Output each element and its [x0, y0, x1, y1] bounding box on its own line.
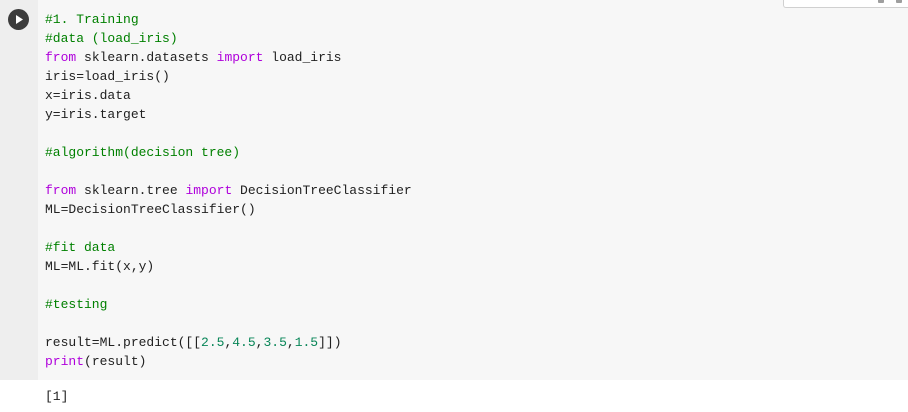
more-icon[interactable] [896, 0, 902, 3]
code-token-text: sklearn.datasets [76, 50, 217, 65]
code-line: iris=load_iris() [45, 67, 412, 86]
code-token-text: x=iris.data [45, 88, 131, 103]
code-token-text: result=ML.predict([[ [45, 335, 202, 350]
code-line: from sklearn.tree import DecisionTreeCla… [45, 181, 412, 200]
code-token-keyword: import [185, 183, 233, 198]
code-token-number: 1.5 [294, 335, 319, 350]
code-token-comment: #fit data [45, 240, 116, 255]
cell-toolbar[interactable] [783, 0, 908, 8]
code-line: x=iris.data [45, 86, 412, 105]
code-line: y=iris.target [45, 105, 412, 124]
code-token-number: 3.5 [263, 335, 287, 350]
code-token-comment: #testing [45, 297, 108, 312]
code-token-comment: #data (load_iris) [45, 31, 178, 46]
code-token-text: ]]) [318, 335, 342, 350]
code-lines[interactable]: #1. Training #data (load_iris)from sklear… [45, 10, 412, 371]
cell-output: [1] [45, 389, 69, 404]
code-line: result=ML.predict([[2.5,4.5,3.5,1.5]]) [45, 333, 412, 352]
code-line: #algorithm(decision tree) [45, 143, 412, 162]
code-token-number: 4.5 [232, 335, 256, 350]
code-line: #fit data [45, 238, 412, 257]
code-token-text: load_iris [263, 50, 342, 65]
code-line: from sklearn.datasets import load_iris [45, 48, 412, 67]
code-cell[interactable]: #1. Training #data (load_iris)from sklear… [0, 0, 908, 380]
code-token-text: iris=load_iris() [45, 69, 170, 84]
play-icon [16, 15, 23, 24]
code-token-keyword: print [45, 354, 85, 369]
code-line: #1. Training [45, 10, 412, 29]
code-line: ML=DecisionTreeClassifier() [45, 200, 412, 219]
code-token-text: sklearn.tree [76, 183, 186, 198]
code-token-comment: #1. Training [45, 12, 139, 27]
code-editor[interactable]: #1. Training #data (load_iris)from sklear… [38, 0, 908, 380]
run-cell-button[interactable] [8, 9, 29, 30]
code-line: print(result) [45, 352, 412, 371]
code-token-text: y=iris.target [45, 107, 147, 122]
code-token-keyword: from [45, 183, 77, 198]
cell-gutter [0, 0, 38, 380]
code-line: #data (load_iris) [45, 29, 412, 48]
code-line: #testing [45, 295, 412, 314]
code-token-text: , [286, 335, 295, 350]
code-token-text: ML=DecisionTreeClassifier() [45, 202, 256, 217]
code-token-keyword: from [45, 50, 77, 65]
code-token-text: DecisionTreeClassifier [232, 183, 412, 198]
code-token-comment: #algorithm(decision tree) [45, 145, 241, 160]
settings-icon[interactable] [878, 0, 884, 3]
code-token-number: 2.5 [201, 335, 225, 350]
code-line: ML=ML.fit(x,y) [45, 257, 412, 276]
code-token-keyword: import [216, 50, 264, 65]
code-token-text: ML=ML.fit(x,y) [45, 259, 155, 274]
code-token-text: (result) [84, 354, 147, 369]
